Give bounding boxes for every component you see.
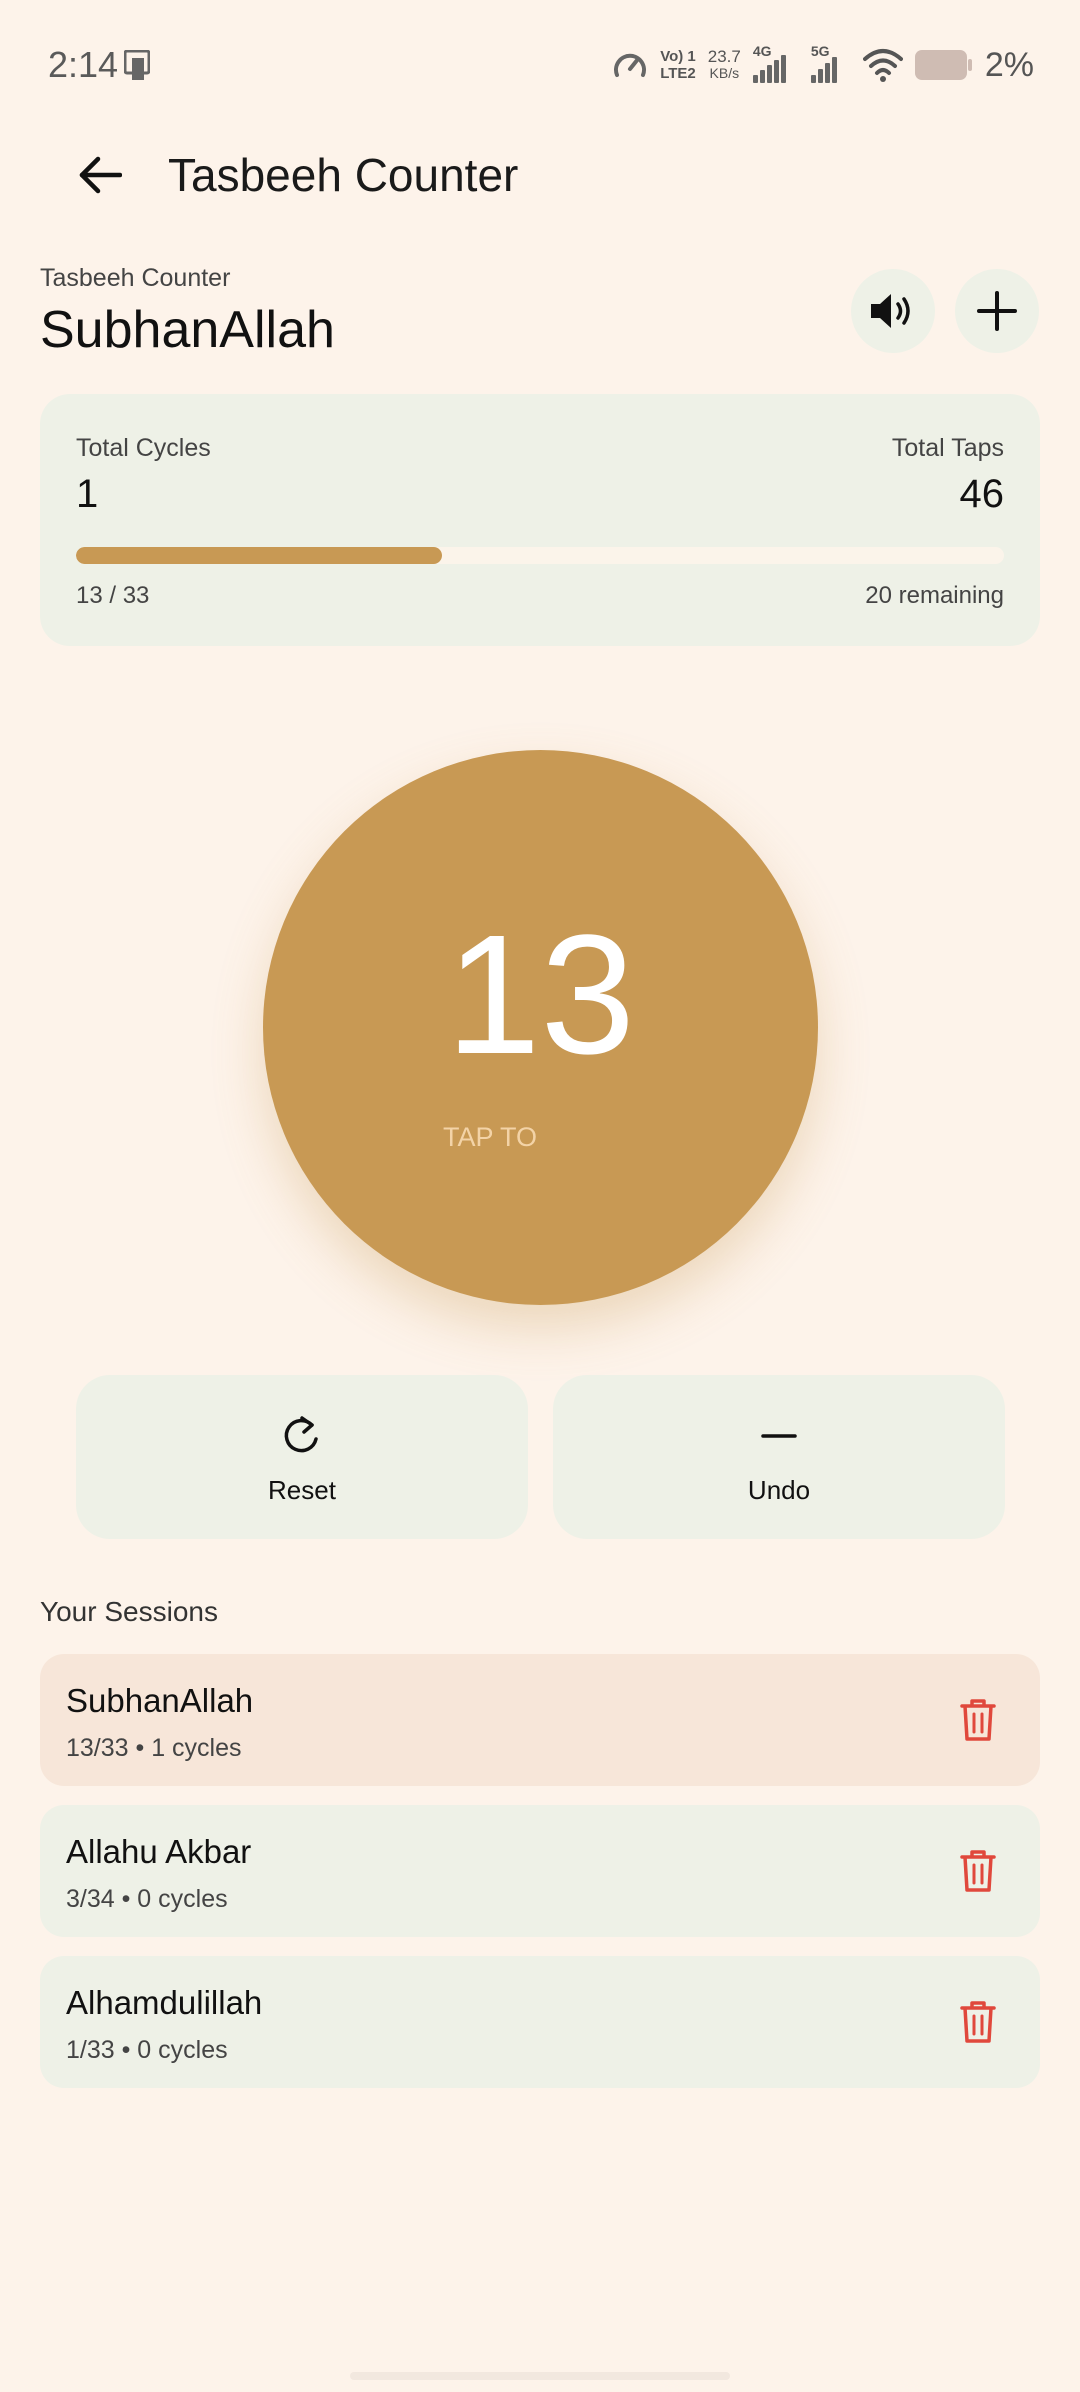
session-item-meta: 3/34 • 0 cycles <box>66 1885 228 1913</box>
signal-4g-icon: 4G <box>752 43 799 83</box>
refresh-icon <box>284 1416 318 1453</box>
session-item-subhanallah[interactable]: SubhanAllah 13/33 • 1 cycles <box>40 1654 1040 1786</box>
session-item-allahu-akbar[interactable]: Allahu Akbar 3/34 • 0 cycles <box>40 1805 1040 1937</box>
total-cycles-value: 1 <box>76 472 99 516</box>
trash-icon[interactable] <box>960 1849 996 1893</box>
sessions-heading: Your Sessions <box>40 1596 218 1627</box>
total-taps-label: Total Taps <box>891 434 1004 462</box>
arrow-left-icon <box>79 156 122 194</box>
undo-button[interactable]: Undo <box>553 1375 1005 1539</box>
reset-label: Reset <box>268 1475 336 1505</box>
trash-icon[interactable] <box>960 2000 996 2044</box>
status-bar: 2:14 Vo) 1 LTE2 23.7 KB/s 4G 5G 2% <box>0 0 1080 130</box>
progress-count: 13 / 33 <box>76 582 150 609</box>
signal-5g-icon: 5G <box>810 43 851 83</box>
minus-icon <box>761 1434 797 1438</box>
total-cycles-label: Total Cycles <box>76 434 211 462</box>
session-item-meta: 1/33 • 0 cycles <box>66 2036 228 2064</box>
session-item-name: Alhamdulillah <box>66 1984 263 2021</box>
remaining-count: 20 remaining <box>865 582 1004 609</box>
wifi-icon <box>862 49 903 82</box>
volte-indicator: Vo) 1 LTE2 <box>660 48 696 82</box>
session-item-alhamdulillah[interactable]: Alhamdulillah 1/33 • 0 cycles <box>40 1956 1040 2088</box>
session-item-meta: 13/33 • 1 cycles <box>66 1734 242 1762</box>
reset-button[interactable]: Reset <box>76 1375 528 1539</box>
status-icons: Vo) 1 LTE2 23.7 KB/s 4G 5G 2% <box>612 40 1034 90</box>
page-title: Tasbeeh Counter <box>168 149 519 201</box>
add-session-button[interactable] <box>955 269 1039 353</box>
total-taps-value: 46 <box>959 472 1005 516</box>
count-value: 13 <box>445 900 636 1090</box>
sound-toggle-button[interactable] <box>851 269 935 353</box>
current-session-name: SubhanAllah <box>40 301 335 359</box>
speaker-icon <box>871 294 910 328</box>
status-time: 2:14 <box>48 44 119 85</box>
tap-label: TAP TO <box>443 1122 538 1152</box>
header-subtitle: Tasbeeh Counter <box>40 264 231 292</box>
cycle-progress-fill <box>76 547 442 564</box>
session-item-name: Allahu Akbar <box>66 1833 252 1870</box>
stats-card: Total Cycles Total Taps 1 46 13 / 33 20 … <box>40 394 1040 646</box>
tap-counter-button[interactable]: 13 TAP TO <box>263 750 818 1305</box>
home-indicator[interactable] <box>350 2372 730 2380</box>
battery-icon <box>914 50 972 80</box>
sim-icon <box>124 50 150 80</box>
back-button[interactable] <box>60 135 140 215</box>
undo-label: Undo <box>747 1475 811 1505</box>
plus-icon <box>977 291 1017 331</box>
trash-icon[interactable] <box>960 1698 996 1742</box>
battery-percent: 2% <box>984 45 1034 84</box>
session-item-name: SubhanAllah <box>66 1682 254 1719</box>
cycle-progress-bar <box>76 547 1004 564</box>
speedometer-icon <box>614 53 647 77</box>
network-speed: 23.7 KB/s <box>707 47 741 81</box>
